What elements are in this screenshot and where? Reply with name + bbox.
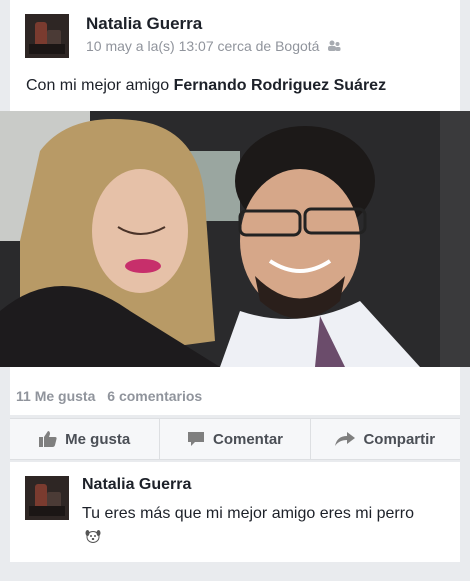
author-avatar[interactable]	[25, 14, 69, 58]
comment-body: Tu eres más que mi mejor amigo eres mi p…	[82, 505, 414, 522]
commenter-name[interactable]: Natalia Guerra	[82, 476, 191, 494]
post-timestamp[interactable]: 10 may a la(s) 13:07 cerca de Bogotá	[86, 38, 319, 54]
share-label: Compartir	[363, 430, 436, 448]
share-arrow-icon	[335, 432, 356, 446]
comment-text: Tu eres más que mi mejor amigo eres mi p…	[82, 502, 422, 548]
post-photo[interactable]	[0, 111, 470, 367]
post-text: Con mi mejor amigo Fernando Rodriguez Su…	[26, 77, 386, 95]
like-label: Me gusta	[65, 430, 131, 448]
comment-button[interactable]: Comentar	[160, 419, 311, 459]
comments-count[interactable]: 6 comentarios	[107, 388, 202, 404]
commenter-avatar[interactable]	[25, 476, 69, 520]
action-bar: Me gusta Comentar Compartir	[10, 418, 460, 460]
likes-count[interactable]: 11 Me gusta	[16, 388, 95, 404]
comment-label: Comentar	[212, 430, 283, 448]
tagged-friend-link[interactable]: Fernando Rodriguez Suárez	[174, 77, 386, 94]
thumbs-up-icon	[39, 431, 57, 447]
comment-card: Natalia Guerra Tu eres más que mi mejor …	[10, 462, 460, 562]
like-button[interactable]: Me gusta	[10, 419, 161, 459]
selfie-photo	[0, 111, 470, 367]
friends-icon	[328, 40, 341, 51]
post-meta: 10 may a la(s) 13:07 cerca de Bogotá	[86, 38, 341, 54]
comment-icon	[187, 432, 204, 446]
author-name[interactable]: Natalia Guerra	[86, 14, 202, 34]
post-text-prefix: Con mi mejor amigo	[26, 77, 170, 94]
post-stats: 11 Me gusta 6 comentarios	[16, 388, 210, 404]
dog-face-icon	[85, 530, 101, 543]
share-button[interactable]: Compartir	[311, 419, 460, 459]
